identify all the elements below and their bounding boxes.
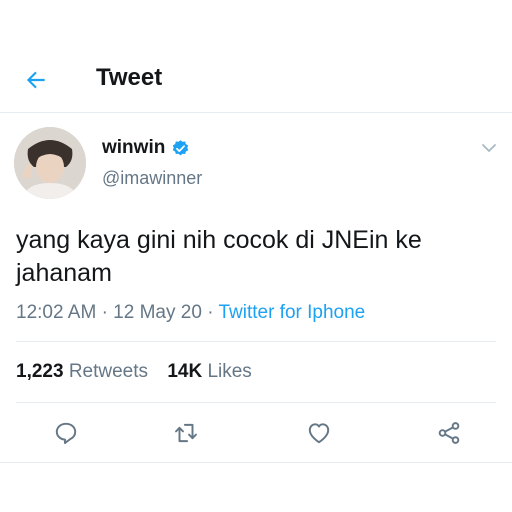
- reply-button[interactable]: [50, 417, 82, 449]
- avatar-photo: [14, 127, 86, 199]
- retweet-icon: [175, 423, 197, 443]
- share-button[interactable]: [433, 417, 465, 449]
- actions-divider: [0, 462, 512, 463]
- retweets-count: 1,223: [16, 361, 64, 382]
- retweet-button[interactable]: [170, 417, 202, 449]
- likes-label: Likes: [207, 361, 252, 382]
- retweets-stat[interactable]: 1,223 Retweets: [16, 361, 153, 382]
- like-icon: [308, 423, 330, 444]
- display-name: winwin: [102, 137, 166, 158]
- display-name-row[interactable]: winwin: [102, 137, 190, 159]
- arrow-left-icon: [26, 71, 45, 89]
- tweet-date: 12 May 20: [113, 302, 202, 323]
- tweet-source-link[interactable]: Twitter for Iphone: [218, 302, 365, 323]
- stats-divider: [16, 402, 496, 403]
- user-handle[interactable]: @imawinner: [102, 168, 202, 189]
- retweets-label: Retweets: [68, 361, 149, 382]
- meta-separator: ·: [207, 302, 214, 323]
- likes-stat[interactable]: 14K Likes: [167, 361, 252, 382]
- share-icon: [438, 422, 460, 444]
- meta-divider: [16, 341, 496, 342]
- header-divider: [0, 112, 512, 113]
- tweet-time: 12:02 AM: [16, 302, 97, 323]
- action-bar: [0, 417, 512, 449]
- tweet-stats: 1,223 Retweets 14K Likes: [16, 361, 252, 383]
- verified-badge-icon: [171, 139, 190, 158]
- likes-count: 14K: [167, 361, 203, 382]
- more-options-button[interactable]: [479, 138, 499, 158]
- avatar[interactable]: [14, 127, 86, 199]
- reply-icon: [55, 422, 77, 445]
- meta-separator: ·: [101, 302, 108, 323]
- top-bar: Tweet: [0, 52, 512, 108]
- chevron-down-icon: [482, 144, 496, 152]
- back-button[interactable]: [22, 66, 50, 94]
- tweet-text: yang kaya gini nih cocok di JNEin ke jah…: [16, 226, 422, 287]
- tweet-meta: 12:02 AM · 12 May 20 · Twitter for Iphon…: [16, 302, 365, 324]
- page-title: Tweet: [96, 64, 163, 91]
- like-button[interactable]: [303, 417, 335, 449]
